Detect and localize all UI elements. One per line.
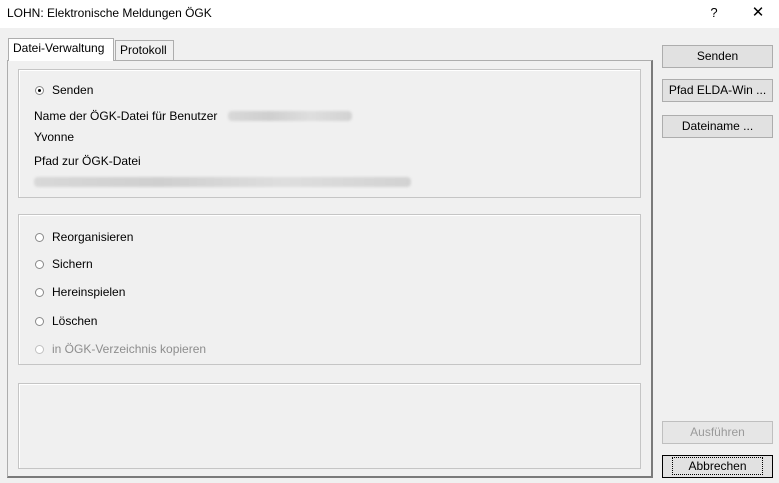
radio-loeschen[interactable]: Löschen [35,313,97,329]
radio-unchecked-icon [35,232,44,242]
title-bar: LOHN: Elektronische Meldungen ÖGK ? ✕ [0,0,779,28]
radio-senden-label: Senden [52,83,94,97]
file-name-label: Name der ÖGK-Datei für Benutzer [34,109,218,123]
radio-senden[interactable]: Senden [35,82,93,98]
execute-button: Ausführen [662,421,773,444]
radio-unchecked-icon [35,344,44,354]
send-button[interactable]: Senden [662,45,773,68]
radio-reorganisieren[interactable]: Reorganisieren [35,229,133,245]
radio-checked-icon [35,85,44,95]
redacted-file-name [228,111,352,121]
redacted-path [34,177,411,187]
radio-oegk-kopieren-label: in ÖGK-Verzeichnis kopieren [52,342,207,356]
tab-panel: Senden Name der ÖGK-Datei für Benutzer Y… [7,60,653,478]
window-title: LOHN: Elektronische Meldungen ÖGK [7,6,212,20]
radio-oegk-kopieren: in ÖGK-Verzeichnis kopieren [35,341,206,357]
user-name: Yvonne [34,130,75,144]
path-label: Pfad zur ÖGK-Datei [34,154,141,168]
radio-unchecked-icon [35,316,44,326]
radio-sichern-label: Sichern [52,257,93,271]
radio-sichern[interactable]: Sichern [35,256,93,272]
radio-hereinspielen[interactable]: Hereinspielen [35,284,125,300]
radio-loeschen-label: Löschen [52,314,98,328]
cancel-button-label: Abbrechen [672,457,763,475]
tab-datei-verwaltung[interactable]: Datei-Verwaltung [8,38,114,61]
elda-path-button[interactable]: Pfad ELDA-Win ... [662,79,773,102]
options-group: Reorganisieren Sichern Hereinspielen Lös… [18,214,641,365]
cancel-button[interactable]: Abbrechen [662,455,773,478]
empty-group [18,383,641,469]
tab-protokoll[interactable]: Protokoll [115,40,174,60]
radio-unchecked-icon [35,259,44,269]
help-button[interactable]: ? [700,0,728,28]
close-button[interactable]: ✕ [738,0,778,28]
radio-hereinspielen-label: Hereinspielen [52,285,126,299]
radio-reorganisieren-label: Reorganisieren [52,230,134,244]
filename-button[interactable]: Dateiname ... [662,115,773,138]
send-group: Senden Name der ÖGK-Datei für Benutzer Y… [18,69,641,198]
radio-unchecked-icon [35,287,44,297]
